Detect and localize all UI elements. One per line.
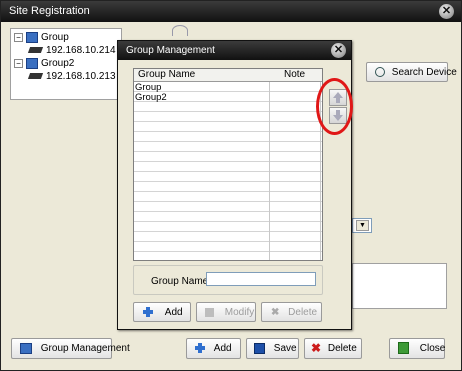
info-panel (352, 263, 447, 309)
modify-icon (205, 307, 214, 317)
delete-button[interactable]: ✖ Delete (304, 338, 362, 359)
tree-item-device[interactable]: 192.168.10.214 (27, 45, 116, 57)
group-management-dialog: Group Management ✕ Group Name Note Group… (117, 40, 352, 330)
group-management-button[interactable]: Group Management (11, 338, 130, 359)
plus-icon (143, 307, 153, 318)
close-icon[interactable]: ✕ (331, 43, 346, 58)
highlight-circle (316, 78, 353, 135)
table-row[interactable]: Group2 (135, 93, 167, 103)
add-label: Add (164, 307, 183, 318)
tree-item-label: 192.168.10.214 (46, 45, 116, 56)
dialog-titlebar: Group Management ✕ (118, 41, 351, 60)
close-icon[interactable]: ✕ (439, 4, 454, 19)
plus-icon (195, 343, 205, 354)
column-header-group-name[interactable]: Group Name (138, 69, 195, 81)
group-name-input[interactable] (206, 272, 316, 286)
window-title: Site Registration (9, 5, 90, 17)
tree-item-label: Group2 (41, 58, 75, 70)
column-divider (269, 69, 270, 260)
search-device-label: Search Device (391, 67, 457, 78)
table-header: Group Name Note (134, 69, 322, 82)
group-icon (20, 342, 32, 354)
tree-item-label: Group (41, 32, 69, 44)
save-button[interactable]: Save (246, 338, 299, 359)
tree-item-group[interactable]: − Group (14, 32, 69, 44)
exit-icon (398, 342, 409, 355)
delete-x-icon: ✖ (271, 307, 280, 318)
chevron-down-icon[interactable]: ▼ (356, 220, 369, 231)
tree-item-label: 192.168.10.213 (46, 71, 116, 82)
search-icon (375, 67, 385, 78)
delete-group-button[interactable]: ✖ Delete (261, 302, 322, 322)
collapse-icon[interactable]: − (14, 59, 23, 68)
search-device-button[interactable]: Search Device (366, 62, 457, 82)
column-header-note[interactable]: Note (284, 69, 305, 81)
save-label: Save (273, 343, 297, 354)
group-icon (26, 32, 38, 43)
modify-label: Modify (224, 307, 255, 318)
tree-item-device[interactable]: 192.168.10.213 (27, 71, 116, 83)
main-titlebar: Site Registration ✕ (1, 1, 461, 22)
delete-label: Delete (327, 343, 357, 355)
delete-x-icon: ✖ (311, 341, 322, 355)
close-label: Close (419, 343, 446, 354)
device-icon (27, 47, 44, 54)
delete-label: Delete (288, 307, 318, 319)
tree-item-group2[interactable]: − Group2 (14, 58, 74, 70)
group-name-label: Group Name (151, 276, 209, 287)
dialog-title: Group Management (126, 45, 215, 56)
close-button[interactable]: Close (389, 338, 445, 359)
add-button[interactable]: Add (186, 338, 241, 359)
site-tree[interactable]: − Group 192.168.10.214 − Group2 192.168.10… (10, 28, 122, 100)
add-label: Add (213, 343, 232, 354)
table-grid-lines (134, 82, 322, 260)
group-name-panel: Group Name (133, 265, 323, 295)
add-group-button[interactable]: Add (133, 302, 191, 322)
save-icon (254, 342, 265, 354)
dropdown-select[interactable]: ▼ (352, 218, 372, 233)
partial-icon (172, 25, 188, 36)
group-table[interactable]: Group Name Note Group Group2 (133, 68, 323, 261)
collapse-icon[interactable]: − (14, 33, 23, 42)
modify-group-button[interactable]: Modify (196, 302, 256, 322)
device-icon (27, 73, 44, 80)
group-management-label: Group Management (40, 343, 130, 354)
group-icon (26, 58, 38, 69)
